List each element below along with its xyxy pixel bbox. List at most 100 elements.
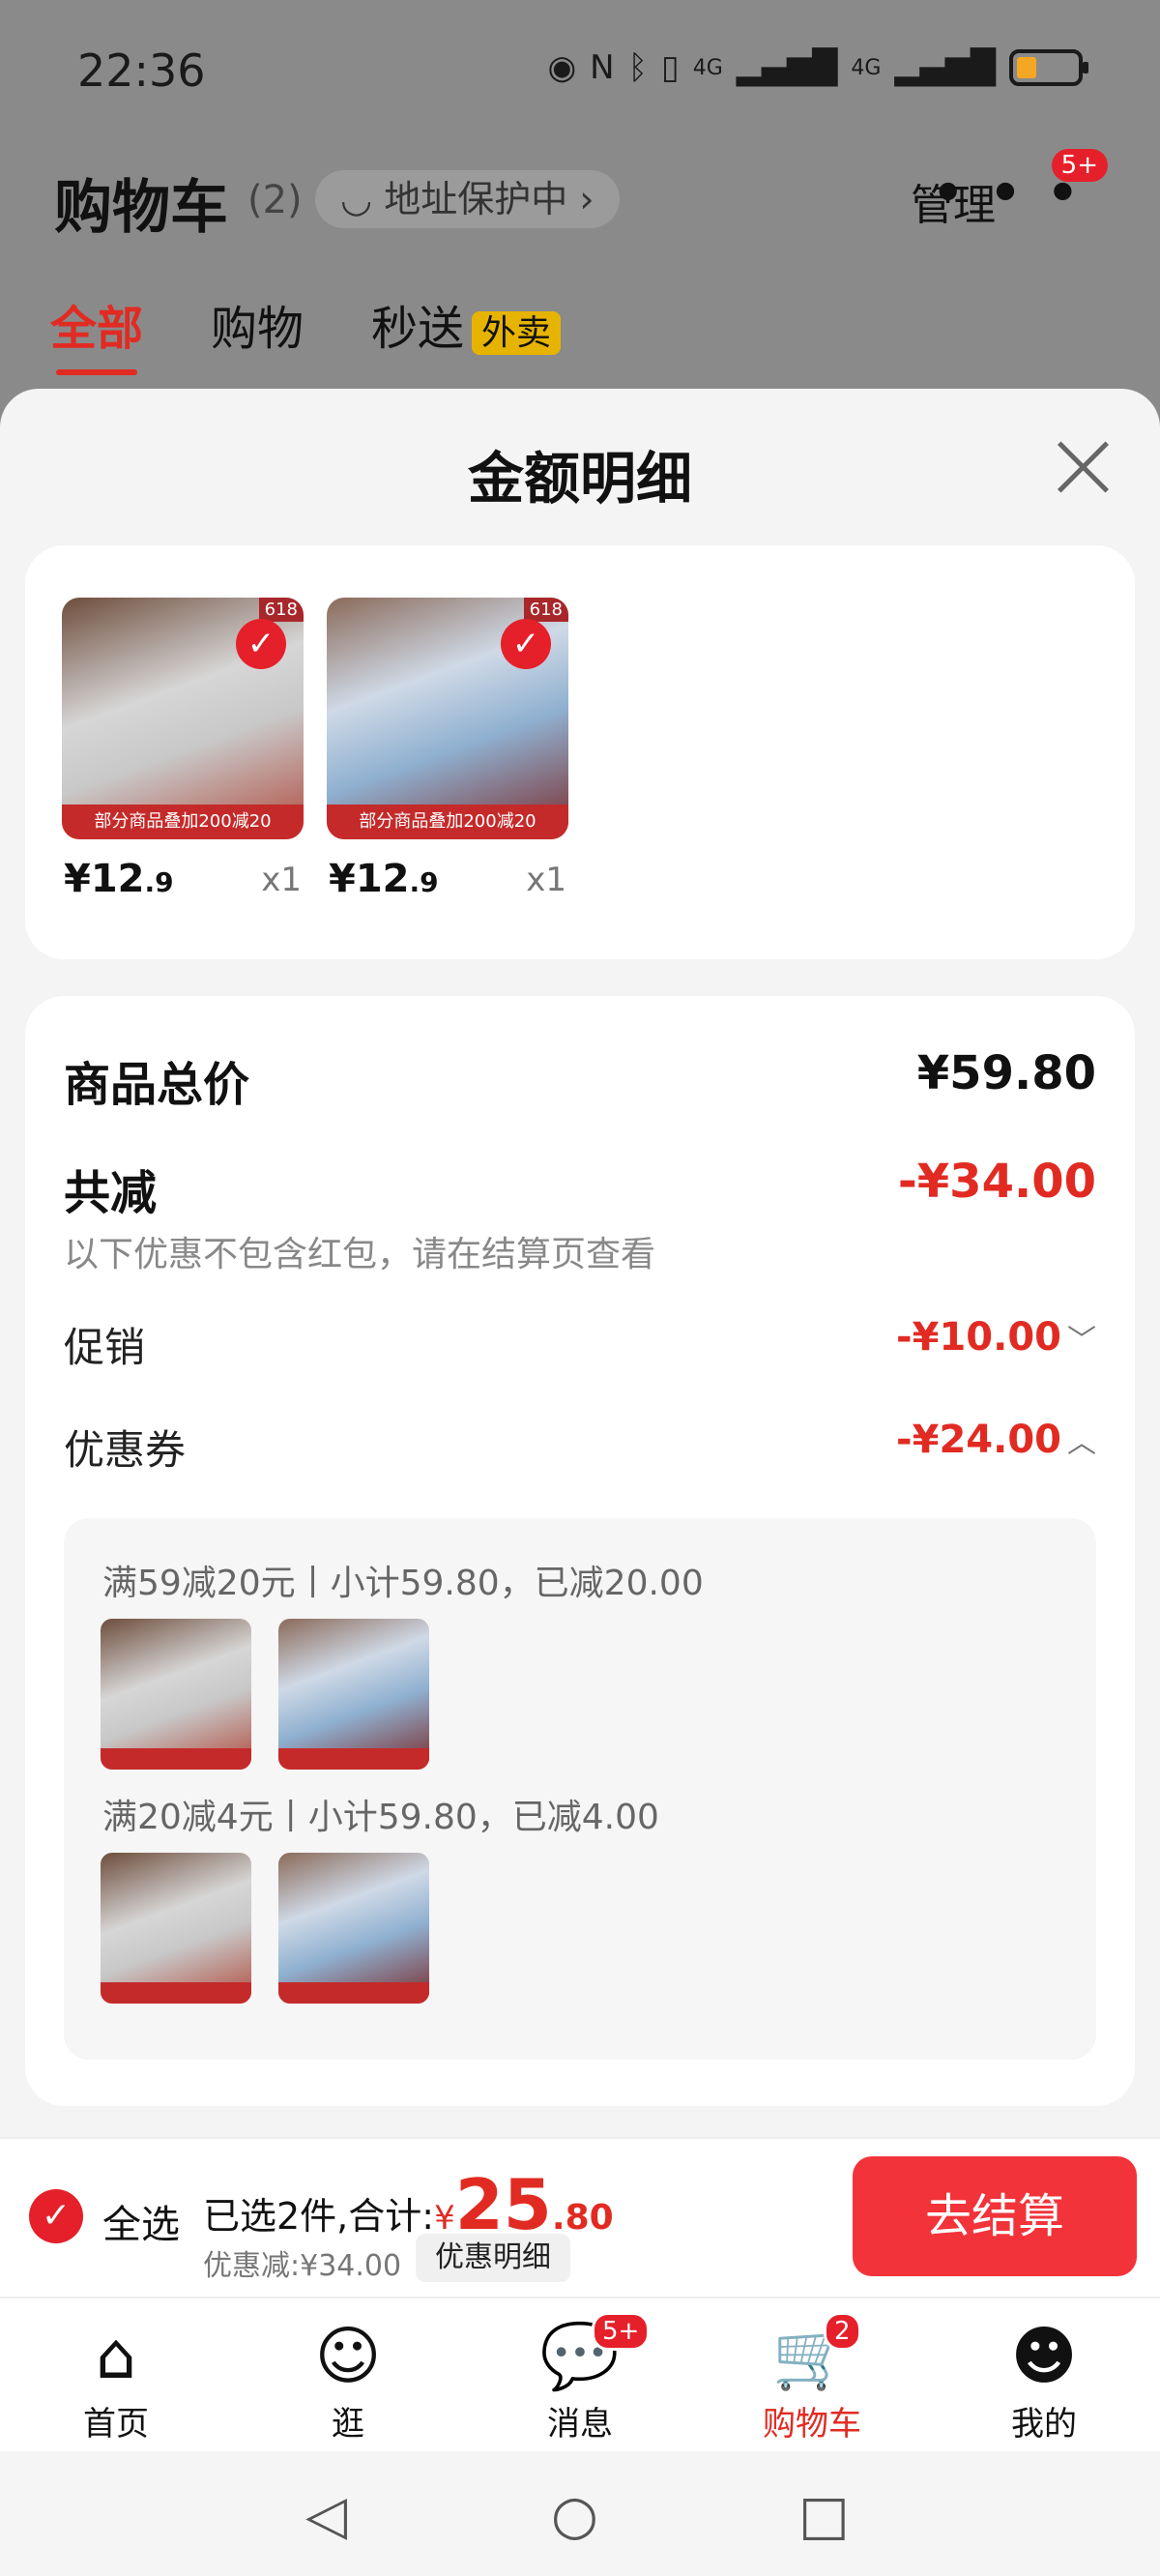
price-dec: .9	[409, 866, 439, 898]
back-icon[interactable]: ◁	[305, 2484, 347, 2547]
cart-badge: 2	[824, 2312, 861, 2351]
select-all-label[interactable]: 全选	[102, 2193, 180, 2249]
page-title: 购物车	[54, 174, 228, 242]
discount-summary: 优惠减:¥34.00	[203, 2249, 402, 2283]
nav-profile[interactable]: ☻ 我的	[957, 2316, 1131, 2444]
nav-home-label: 首页	[83, 2405, 149, 2444]
chevron-down-icon: ﹀	[1067, 1324, 1096, 1358]
checkout-button[interactable]: 去结算	[853, 2156, 1137, 2276]
nav-cart[interactable]: 🛒 2 购物车	[725, 2312, 899, 2444]
cart-tabs: 全部 购物 秒送 外卖	[50, 290, 562, 375]
nav-explore[interactable]: ☺ 逛	[261, 2316, 435, 2444]
address-protection-pill[interactable]: ◡ 地址保护中 ›	[315, 170, 620, 228]
status-bar: 22:36 ◉ N ᛒ ▯ 4G ▂▄▆█ 4G ▂▄▆█	[0, 35, 1160, 112]
product-banner: 部分商品叠加200减20	[327, 805, 568, 839]
home-circle-icon[interactable]: ○	[551, 2484, 598, 2547]
product-price: ¥12.9	[64, 857, 174, 901]
network-label-1: 4G	[692, 55, 723, 80]
nfc-icon: N	[590, 48, 615, 87]
tab-shopping-label: 购物	[211, 302, 304, 356]
nav-messages[interactable]: 💬 5+ 消息	[493, 2312, 667, 2444]
amount-detail-sheet: 金额明细 618 ✓ 部分商品叠加200减20 ¥12.9 x1 618 ✓ 部…	[0, 389, 1160, 2149]
coupon-title: 满20减4元丨小计59.80，已减4.00	[102, 1798, 659, 1837]
more-badge: 5+	[1051, 149, 1108, 182]
promo-badge: 618	[523, 598, 568, 622]
product-thumbnail: 618 ✓ 部分商品叠加200减20	[62, 598, 304, 839]
sheet-title: 金额明细	[467, 446, 692, 512]
selected-check-icon: ✓	[236, 619, 286, 669]
promo-value: -¥10.00	[896, 1315, 1061, 1360]
profile-icon: ☻	[1010, 2319, 1078, 2393]
product-thumbnail: 618 ✓ 部分商品叠加200减20	[327, 598, 568, 839]
battery-icon	[1009, 49, 1088, 86]
nav-explore-label: 逛	[332, 2405, 364, 2444]
home-icon: ⌂	[96, 2319, 136, 2393]
product-banner: 部分商品叠加200减20	[62, 805, 304, 839]
background-app: 22:36 ◉ N ᛒ ▯ 4G ▂▄▆█ 4G ▂▄▆█ 购物车 (2) ◡ …	[0, 0, 1160, 406]
total-price-label: 商品总价	[64, 1058, 250, 1112]
message-badge: 5+	[592, 2312, 651, 2351]
discount-label: 共减	[64, 1166, 158, 1220]
coupon-value: -¥24.00	[896, 1418, 1061, 1462]
chevron-up-icon: ︿	[1067, 1426, 1096, 1460]
coupon-title: 满59减20元丨小计59.80，已减20.00	[102, 1564, 704, 1603]
cart-header: 购物车 (2) ◡ 地址保护中 › 管理 • • • 5+	[54, 149, 1121, 242]
summary-amount-dec: .80	[551, 2198, 614, 2238]
checkout-bar: ✓ 全选 已选2件,合计:¥25.80 优惠减:¥34.00 优惠明细 去结算	[0, 2137, 1160, 2297]
tab-express-tag: 外卖	[472, 311, 562, 355]
product-qty: x1	[261, 861, 302, 899]
nav-cart-label: 购物车	[763, 2405, 861, 2444]
coupon-product-thumbnail	[278, 1619, 429, 1770]
promo-label: 促销	[64, 1324, 146, 1371]
explore-icon: ☺	[314, 2319, 382, 2393]
discount-detail-button[interactable]: 优惠明细	[416, 2234, 570, 2282]
tab-shopping[interactable]: 购物	[211, 290, 304, 358]
discount-value: -¥34.00	[897, 1155, 1096, 1209]
network-label-2: 4G	[851, 55, 882, 80]
close-icon[interactable]	[1054, 437, 1112, 495]
total-price-value: ¥59.80	[916, 1046, 1096, 1100]
shield-icon: ◡	[340, 178, 385, 220]
product-item[interactable]: 618 ✓ 部分商品叠加200减20 ¥12.9 x1	[62, 598, 304, 901]
bottom-nav: ⌂ 首页 ☺ 逛 💬 5+ 消息 🛒 2 购物车 ☻ 我的	[0, 2297, 1160, 2451]
tab-express[interactable]: 秒送 外卖	[371, 290, 562, 358]
address-pill-label: 地址保护中	[384, 178, 568, 220]
tab-all[interactable]: 全部	[50, 290, 144, 375]
promo-value-wrap: -¥10.00 ﹀	[896, 1315, 1096, 1360]
selected-check-icon: ✓	[501, 619, 551, 669]
coupon-product-thumbnail	[278, 1853, 429, 2004]
status-time: 22:36	[77, 44, 206, 97]
signal-icon: ▂▄▆█	[894, 48, 996, 87]
recents-icon[interactable]: □	[798, 2484, 850, 2547]
chevron-right-icon: ›	[567, 178, 594, 220]
summary-currency: ¥	[434, 2199, 455, 2238]
coupon-product-thumbnail	[101, 1853, 251, 2004]
selected-items-card: 618 ✓ 部分商品叠加200减20 ¥12.9 x1 618 ✓ 部分商品叠加…	[25, 545, 1135, 959]
nav-home[interactable]: ⌂ 首页	[29, 2316, 203, 2444]
coupon-detail-box: 满59减20元丨小计59.80，已减20.00 满20减4元丨小计59.80，已…	[64, 1518, 1096, 2060]
vibrate-icon: ▯	[661, 48, 680, 87]
cart-count: (2)	[247, 178, 303, 222]
message-icon: 💬 5+	[493, 2312, 667, 2397]
bluetooth-icon: ᛒ	[627, 48, 648, 87]
promo-badge: 618	[258, 598, 304, 622]
eye-icon: ◉	[547, 48, 577, 87]
product-price: ¥12.9	[329, 857, 439, 901]
price-int: ¥12	[64, 857, 145, 901]
price-dec: .9	[144, 866, 174, 898]
tab-all-label: 全部	[50, 302, 144, 356]
status-icons: ◉ N ᛒ ▯ 4G ▂▄▆█ 4G ▂▄▆█	[547, 48, 1088, 87]
coupon-product-thumbnail	[101, 1619, 251, 1770]
coupon-value-wrap: -¥24.00 ︿	[896, 1418, 1096, 1462]
tab-express-label: 秒送	[371, 302, 465, 356]
coupon-label: 优惠券	[64, 1426, 187, 1474]
price-int: ¥12	[329, 857, 410, 901]
product-qty: x1	[526, 861, 566, 899]
nav-messages-label: 消息	[547, 2405, 613, 2444]
system-nav-bar: ◁ ○ □	[0, 2451, 1160, 2576]
discount-note: 以下优惠不包含红包，请在结算页查看	[64, 1235, 656, 1274]
signal-icon: ▂▄▆█	[736, 48, 838, 87]
cart-icon: 🛒 2	[725, 2312, 899, 2397]
select-all-checkbox[interactable]: ✓	[29, 2189, 83, 2243]
product-item[interactable]: 618 ✓ 部分商品叠加200减20 ¥12.9 x1	[327, 598, 568, 901]
